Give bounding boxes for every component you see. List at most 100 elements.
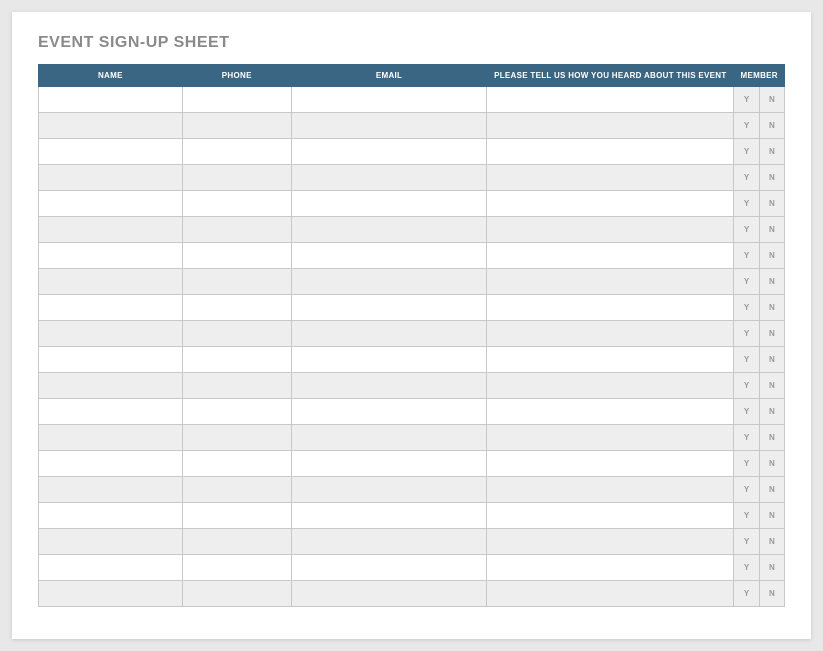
input-cell[interactable] [487, 425, 734, 451]
member-no-cell[interactable]: N [759, 139, 784, 165]
input-cell[interactable] [39, 217, 183, 243]
input-cell[interactable] [487, 243, 734, 269]
member-yes-cell[interactable]: Y [734, 87, 759, 113]
input-cell[interactable] [487, 477, 734, 503]
member-no-cell[interactable]: N [759, 503, 784, 529]
member-no-cell[interactable]: N [759, 347, 784, 373]
input-cell[interactable] [39, 451, 183, 477]
input-cell[interactable] [182, 113, 291, 139]
member-yes-cell[interactable]: Y [734, 321, 759, 347]
member-yes-cell[interactable]: Y [734, 347, 759, 373]
member-no-cell[interactable]: N [759, 295, 784, 321]
input-cell[interactable] [182, 295, 291, 321]
member-no-cell[interactable]: N [759, 269, 784, 295]
member-yes-cell[interactable]: Y [734, 191, 759, 217]
input-cell[interactable] [182, 477, 291, 503]
input-cell[interactable] [39, 295, 183, 321]
input-cell[interactable] [487, 87, 734, 113]
input-cell[interactable] [39, 425, 183, 451]
member-no-cell[interactable]: N [759, 425, 784, 451]
input-cell[interactable] [39, 269, 183, 295]
input-cell[interactable] [182, 191, 291, 217]
input-cell[interactable] [39, 139, 183, 165]
input-cell[interactable] [291, 243, 486, 269]
input-cell[interactable] [487, 451, 734, 477]
input-cell[interactable] [487, 191, 734, 217]
input-cell[interactable] [182, 217, 291, 243]
member-yes-cell[interactable]: Y [734, 581, 759, 607]
member-no-cell[interactable]: N [759, 373, 784, 399]
input-cell[interactable] [39, 113, 183, 139]
input-cell[interactable] [291, 373, 486, 399]
member-yes-cell[interactable]: Y [734, 503, 759, 529]
member-no-cell[interactable]: N [759, 87, 784, 113]
member-yes-cell[interactable]: Y [734, 295, 759, 321]
member-yes-cell[interactable]: Y [734, 373, 759, 399]
input-cell[interactable] [487, 503, 734, 529]
member-yes-cell[interactable]: Y [734, 555, 759, 581]
member-yes-cell[interactable]: Y [734, 243, 759, 269]
input-cell[interactable] [487, 295, 734, 321]
input-cell[interactable] [291, 347, 486, 373]
input-cell[interactable] [182, 581, 291, 607]
input-cell[interactable] [291, 87, 486, 113]
input-cell[interactable] [182, 347, 291, 373]
member-yes-cell[interactable]: Y [734, 451, 759, 477]
input-cell[interactable] [182, 321, 291, 347]
input-cell[interactable] [487, 269, 734, 295]
member-yes-cell[interactable]: Y [734, 425, 759, 451]
member-no-cell[interactable]: N [759, 451, 784, 477]
member-yes-cell[interactable]: Y [734, 399, 759, 425]
input-cell[interactable] [291, 191, 486, 217]
input-cell[interactable] [291, 139, 486, 165]
member-yes-cell[interactable]: Y [734, 477, 759, 503]
input-cell[interactable] [182, 243, 291, 269]
input-cell[interactable] [291, 269, 486, 295]
input-cell[interactable] [291, 555, 486, 581]
member-yes-cell[interactable]: Y [734, 139, 759, 165]
input-cell[interactable] [487, 217, 734, 243]
member-no-cell[interactable]: N [759, 165, 784, 191]
input-cell[interactable] [39, 399, 183, 425]
input-cell[interactable] [291, 113, 486, 139]
input-cell[interactable] [487, 321, 734, 347]
member-yes-cell[interactable]: Y [734, 113, 759, 139]
input-cell[interactable] [291, 503, 486, 529]
input-cell[interactable] [182, 87, 291, 113]
member-yes-cell[interactable]: Y [734, 165, 759, 191]
member-no-cell[interactable]: N [759, 191, 784, 217]
input-cell[interactable] [487, 165, 734, 191]
input-cell[interactable] [39, 477, 183, 503]
input-cell[interactable] [182, 373, 291, 399]
input-cell[interactable] [182, 529, 291, 555]
member-no-cell[interactable]: N [759, 243, 784, 269]
input-cell[interactable] [487, 555, 734, 581]
input-cell[interactable] [182, 425, 291, 451]
member-yes-cell[interactable]: Y [734, 529, 759, 555]
input-cell[interactable] [39, 529, 183, 555]
input-cell[interactable] [291, 477, 486, 503]
input-cell[interactable] [487, 581, 734, 607]
input-cell[interactable] [39, 243, 183, 269]
member-no-cell[interactable]: N [759, 399, 784, 425]
input-cell[interactable] [182, 165, 291, 191]
input-cell[interactable] [39, 581, 183, 607]
member-no-cell[interactable]: N [759, 217, 784, 243]
member-no-cell[interactable]: N [759, 113, 784, 139]
member-no-cell[interactable]: N [759, 321, 784, 347]
input-cell[interactable] [291, 529, 486, 555]
input-cell[interactable] [39, 555, 183, 581]
input-cell[interactable] [487, 529, 734, 555]
member-no-cell[interactable]: N [759, 555, 784, 581]
input-cell[interactable] [487, 399, 734, 425]
input-cell[interactable] [487, 139, 734, 165]
input-cell[interactable] [39, 191, 183, 217]
input-cell[interactable] [487, 373, 734, 399]
member-yes-cell[interactable]: Y [734, 269, 759, 295]
input-cell[interactable] [39, 503, 183, 529]
input-cell[interactable] [39, 321, 183, 347]
input-cell[interactable] [291, 581, 486, 607]
input-cell[interactable] [182, 555, 291, 581]
input-cell[interactable] [182, 139, 291, 165]
input-cell[interactable] [182, 399, 291, 425]
